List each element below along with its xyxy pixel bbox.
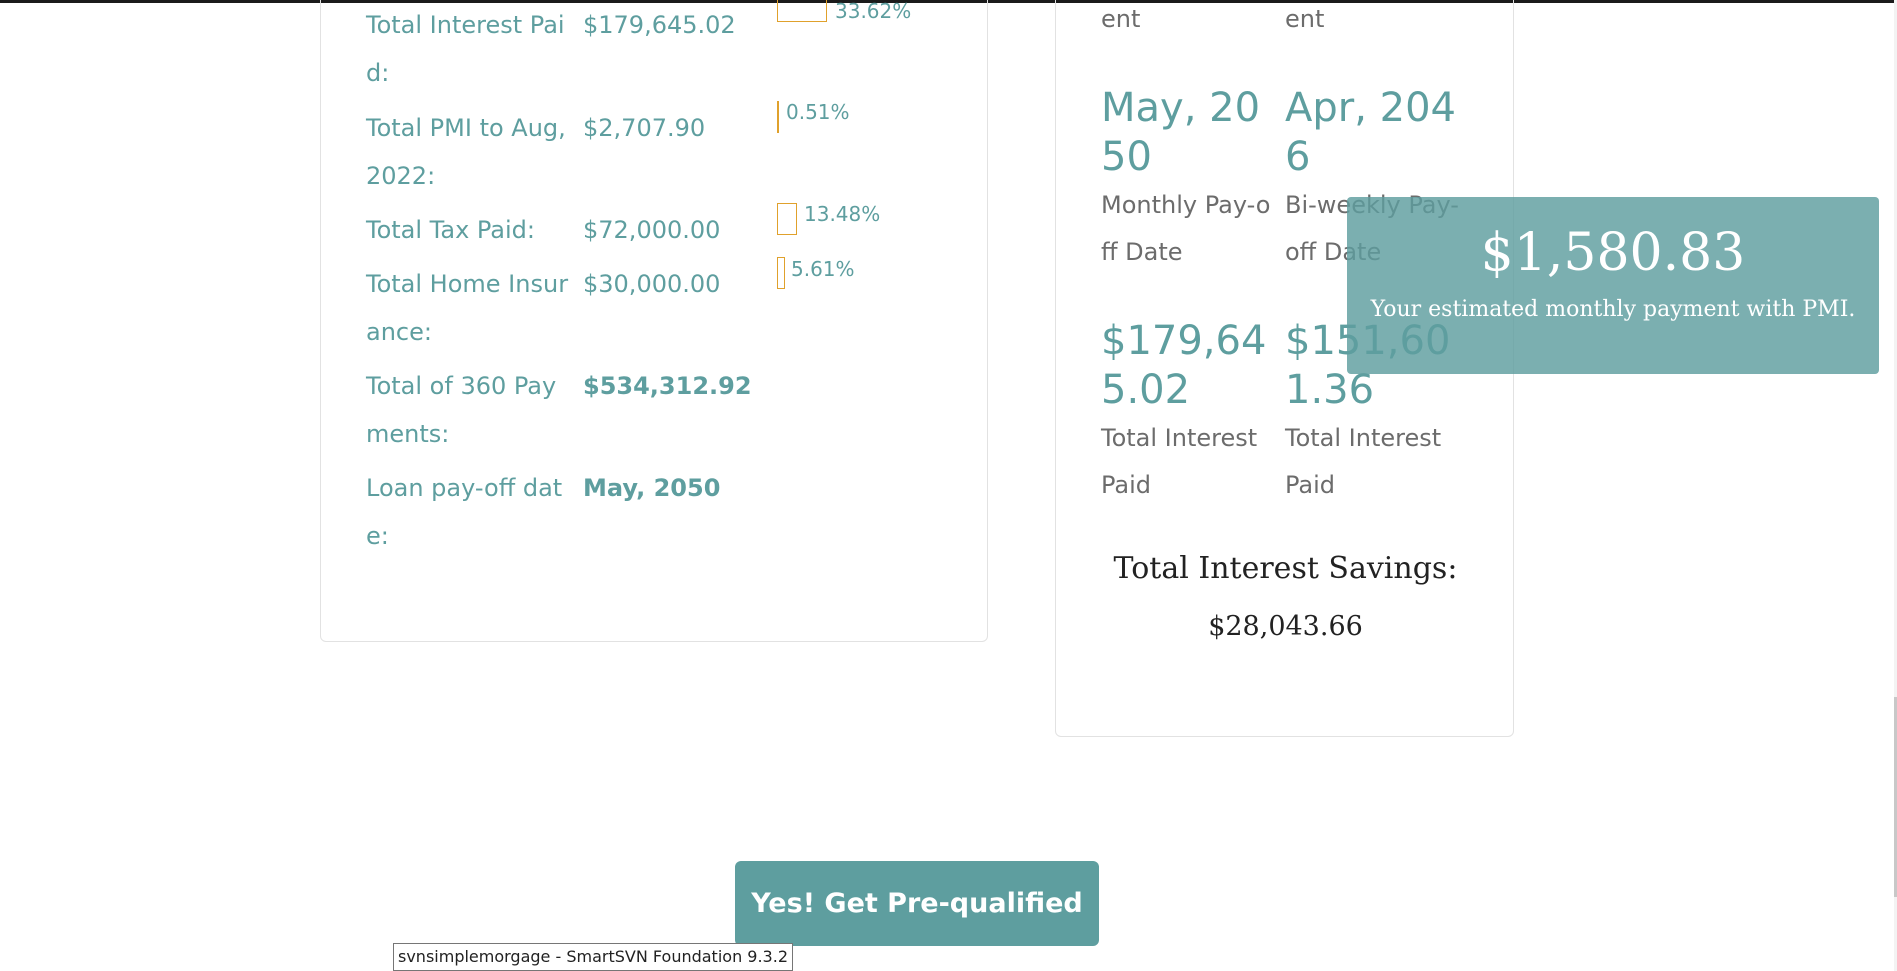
- percent-label: 5.61%: [791, 257, 855, 281]
- loan-summary-card: Total Interest Paid: $179,645.02 33.62% …: [320, 0, 988, 642]
- monthly-interest-value: $179,645.02: [1101, 318, 1267, 413]
- percent-bar: [777, 0, 827, 22]
- biweekly-interest-label: Total Interest Paid: [1285, 424, 1442, 499]
- row-value: $30,000.00: [583, 270, 721, 298]
- interest-savings-value: $28,043.66: [1208, 611, 1363, 642]
- row-label: Total Tax Paid:: [366, 216, 535, 244]
- monthly-payment-bubble: $1,580.83 Your estimated monthly payment…: [1347, 197, 1879, 374]
- monthly-interest-cell: $179,645.02 Total Interest Paid: [1101, 317, 1276, 509]
- percent-bar: [777, 101, 779, 133]
- percent-bar: [777, 203, 797, 235]
- row-label: Total of 360 Payments:: [366, 372, 557, 448]
- monthly-payoff-label: Monthly Pay-off Date: [1101, 191, 1271, 266]
- monthly-payment-caption: Your estimated monthly payment with PMI.: [1370, 297, 1856, 322]
- monthly-top-label: ent: [1101, 0, 1276, 43]
- percent-bar: [777, 257, 785, 289]
- percent-label: 0.51%: [786, 100, 850, 124]
- row-label: Total Home Insurance:: [366, 270, 569, 346]
- row-label: Loan pay-off date:: [366, 474, 563, 550]
- interest-savings-title: Total Interest Savings:: [1113, 551, 1458, 586]
- row-value: $2,707.90: [583, 114, 706, 142]
- row-label: Total PMI to Aug, 2022:: [366, 114, 566, 190]
- cell-label: ent: [1285, 5, 1325, 33]
- monthly-interest-label: Total Interest Paid: [1101, 424, 1258, 499]
- window-title-tooltip: svnsimplemorgage - SmartSVN Foundation 9…: [393, 943, 793, 971]
- percent-label: 13.48%: [804, 202, 881, 226]
- monthly-payoff-date: May, 2050: [1101, 85, 1261, 180]
- row-value: $179,645.02: [583, 11, 736, 39]
- monthly-payment-amount: $1,580.83: [1480, 223, 1746, 283]
- get-prequalified-button[interactable]: Yes! Get Pre-qualified: [735, 861, 1099, 946]
- row-label: Total Interest Paid:: [366, 11, 565, 87]
- percent-label: 33.62%: [835, 0, 912, 23]
- biweekly-payoff-date: Apr, 2046: [1285, 85, 1456, 180]
- row-value: $72,000.00: [583, 216, 721, 244]
- row-value: $534,312.92: [583, 372, 752, 400]
- biweekly-top-label: ent: [1285, 0, 1460, 43]
- row-value: May, 2050: [583, 474, 721, 502]
- monthly-payoff-cell: May, 2050 Monthly Pay-off Date: [1101, 84, 1276, 276]
- cell-label: ent: [1101, 5, 1141, 33]
